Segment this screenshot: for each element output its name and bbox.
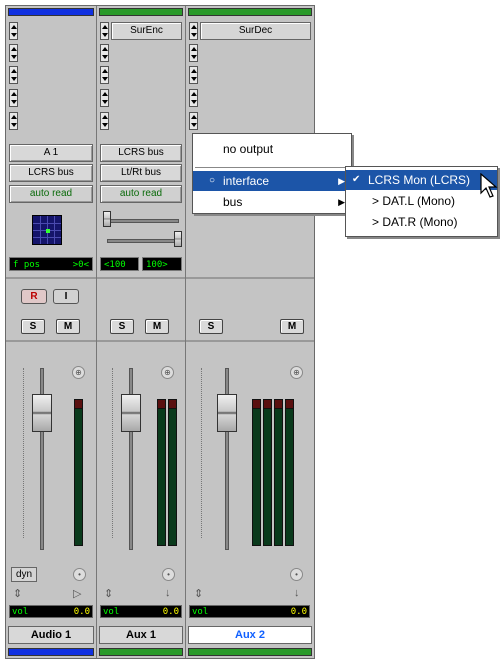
insert-selector[interactable] (9, 89, 18, 107)
track-name-audio-1[interactable]: Audio 1 (8, 626, 94, 644)
level-meter-l (157, 399, 166, 546)
radio-dot-icon: ○ (209, 175, 216, 186)
volume-value: 0.0 (73, 607, 90, 617)
pan-knob[interactable]: • (73, 568, 86, 581)
surround-panner[interactable] (32, 215, 62, 245)
automation-mode-selector[interactable]: auto read (100, 185, 182, 203)
insert-selector[interactable] (100, 66, 109, 84)
pan-value: >0< (72, 260, 89, 270)
level-meter-r (168, 399, 177, 546)
group-link-icon: ⊕ (161, 366, 174, 379)
strip-color-bar (188, 8, 312, 16)
insert-selector[interactable] (9, 66, 18, 84)
level-meter-s (285, 399, 294, 546)
panner-position-dot[interactable] (46, 229, 50, 233)
insert-selector[interactable] (189, 112, 198, 130)
channel-strip-aux-1: SurEnc LCRS bus Lt/Rt bus auto read <100… (97, 6, 186, 658)
solo-button[interactable]: S (199, 319, 223, 334)
insert-selector[interactable] (189, 22, 198, 40)
group-link-icon: ⊕ (290, 366, 303, 379)
insert-selector[interactable] (189, 89, 198, 107)
pan-slider-track-left (107, 219, 179, 223)
menu-item-no-output[interactable]: no output (193, 139, 351, 159)
insert-selector[interactable] (9, 22, 18, 40)
pan-slider-left[interactable] (103, 211, 111, 227)
mute-button[interactable]: M (145, 319, 169, 334)
volume-display: vol 0.0 (189, 605, 310, 618)
track-name-aux-1[interactable]: Aux 1 (99, 626, 183, 644)
insert-slot-surenc[interactable]: SurEnc (111, 22, 182, 40)
submenu-arrow-icon: ▶ (338, 197, 345, 207)
insert-selector[interactable] (9, 112, 18, 130)
mixer-window: A 1 LCRS bus auto read f pos >0< R I S M… (5, 5, 315, 659)
checkmark-icon: ✔ (352, 174, 361, 185)
pan-knob[interactable]: • (162, 568, 175, 581)
interface-submenu: ✔ LCRS Mon (LCRS) > DAT.L (Mono) > DAT.R… (345, 166, 498, 237)
channel-strip-aux-2: SurDec S M ⊕ • ⇕ ↓ vol 0.0 Aux 2 (186, 6, 314, 658)
mouse-pointer-icon (480, 173, 498, 198)
volume-display: vol 0.0 (100, 605, 182, 618)
submenu-item-lcrs-mon[interactable]: ✔ LCRS Mon (LCRS) (346, 170, 497, 190)
record-enable-button[interactable]: R (21, 289, 47, 304)
volume-fader[interactable] (121, 394, 141, 432)
volume-display: vol 0.0 (9, 605, 93, 618)
input-selector[interactable]: Lt/Rt bus (100, 164, 182, 182)
arrow-updown-icon: ⇕ (194, 588, 204, 600)
output-selector[interactable]: A 1 (9, 144, 93, 162)
pan-right-display: 100> (142, 257, 182, 271)
insert-selector[interactable] (100, 112, 109, 130)
arrow-down-icon: ↓ (165, 587, 171, 599)
mute-button[interactable]: M (56, 319, 80, 334)
submenu-item-dat-l[interactable]: > DAT.L (Mono) (346, 191, 497, 211)
submenu-item-dat-r[interactable]: > DAT.R (Mono) (346, 212, 497, 232)
pan-position-display: f pos >0< (9, 257, 93, 271)
menu-item-bus[interactable]: bus ▶ (193, 192, 351, 212)
insert-selector[interactable] (189, 44, 198, 62)
mute-button[interactable]: M (280, 319, 304, 334)
strip-color-bar (8, 8, 94, 16)
pan-slider-right[interactable] (174, 231, 182, 247)
group-link-icon: ⊕ (72, 366, 85, 379)
insert-slot-surdec[interactable]: SurDec (200, 22, 311, 40)
level-meter (74, 399, 83, 546)
level-meter-l (252, 399, 261, 546)
pan-knob[interactable]: • (290, 568, 303, 581)
output-menu: no output ○ interface ▶ bus ▶ (192, 133, 352, 214)
level-meter-r (274, 399, 283, 546)
track-name-aux-2[interactable]: Aux 2 (188, 626, 312, 644)
volume-value: 0.0 (290, 607, 307, 617)
channel-strip-audio-1: A 1 LCRS bus auto read f pos >0< R I S M… (6, 6, 97, 658)
volume-fader[interactable] (217, 394, 237, 432)
strip-color-bar (99, 8, 183, 16)
play-triangle-icon: ▷ (73, 588, 82, 600)
arrow-down-icon: ↓ (294, 587, 300, 599)
pan-slider-track-right (107, 239, 179, 243)
arrow-updown-icon: ⇕ (104, 588, 114, 600)
pan-left-display: <100 (100, 257, 139, 271)
dyn-button[interactable]: dyn (11, 567, 37, 582)
insert-selector[interactable] (100, 22, 109, 40)
pan-mode-label: f pos (13, 260, 41, 270)
strip-color-bar-bottom (99, 648, 183, 656)
input-monitor-button[interactable]: I (53, 289, 79, 304)
solo-button[interactable]: S (110, 319, 134, 334)
insert-selector[interactable] (100, 89, 109, 107)
menu-item-interface[interactable]: ○ interface ▶ (193, 171, 351, 191)
strip-color-bar-bottom (188, 648, 312, 656)
automation-mode-selector[interactable]: auto read (9, 185, 93, 203)
submenu-arrow-icon: ▶ (338, 176, 345, 186)
solo-button[interactable]: S (21, 319, 45, 334)
insert-selector[interactable] (189, 66, 198, 84)
insert-selector[interactable] (100, 44, 109, 62)
insert-selector[interactable] (9, 44, 18, 62)
input-selector[interactable]: LCRS bus (9, 164, 93, 182)
strip-color-bar-bottom (8, 648, 94, 656)
output-selector[interactable]: LCRS bus (100, 144, 182, 162)
arrow-updown-icon: ⇕ (13, 588, 23, 600)
volume-value: 0.0 (162, 607, 179, 617)
level-meter-c (263, 399, 272, 546)
volume-fader[interactable] (32, 394, 52, 432)
